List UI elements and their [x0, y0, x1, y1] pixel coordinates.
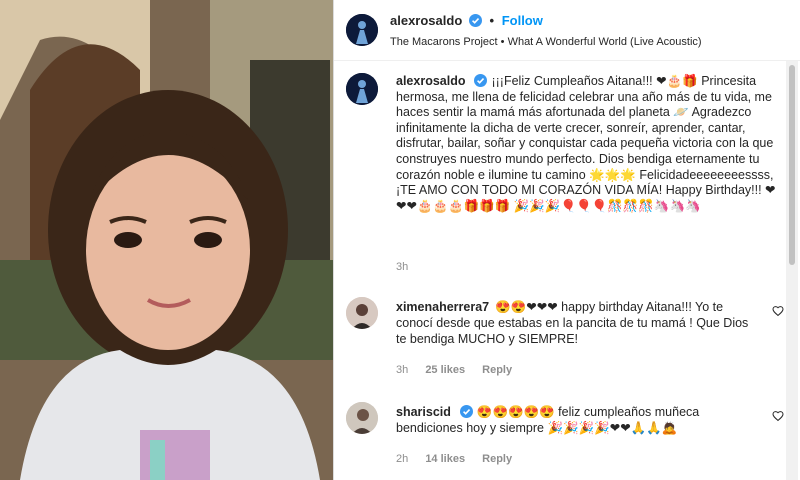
reply-button[interactable]: Reply [482, 453, 512, 465]
comment-likes[interactable]: 25 likes [425, 364, 465, 376]
reply-button[interactable]: Reply [482, 364, 512, 376]
verified-icon [474, 74, 488, 87]
caption-body: alexrosaldo ¡¡¡Feliz Cumpleaños Aitana!!!… [396, 74, 776, 214]
comment-body: shariscid 😍😍😍😍😍 feliz cumpleaños muñeca b… [396, 404, 758, 436]
comment-meta: 3h 25 likes Reply [396, 364, 526, 376]
comment-username[interactable]: shariscid [396, 405, 451, 419]
post-header: alexrosaldo • Follow The Macarons Projec… [334, 0, 800, 61]
caption-username[interactable]: alexrosaldo [396, 74, 465, 88]
comment-username[interactable]: ximenaherrera7 [396, 300, 489, 314]
verified-icon [459, 405, 473, 418]
caption-time: 3h [396, 261, 409, 273]
girl-photo [0, 0, 333, 480]
comment-time: 2h [396, 453, 409, 465]
comment-body: ximenaherrera7 😍😍❤❤❤ happy birthday Aitan… [396, 299, 758, 347]
post-video[interactable] [0, 0, 333, 480]
like-heart-icon[interactable] [772, 305, 784, 317]
audio-track[interactable]: The Macarons Project • What A Wonderful … [390, 36, 702, 48]
comment-likes[interactable]: 14 likes [425, 453, 465, 465]
separator-dot: • [489, 13, 495, 28]
comment-meta: 2h 14 likes Reply [396, 453, 526, 465]
comments-panel[interactable]: alexrosaldo ¡¡¡Feliz Cumpleaños Aitana!!!… [334, 61, 784, 480]
caption-text: ¡¡¡Feliz Cumpleaños Aitana!!! ❤🎂🎁 Prince… [396, 74, 776, 213]
avatar[interactable] [346, 402, 378, 434]
avatar[interactable] [346, 73, 378, 105]
like-heart-icon[interactable] [772, 410, 784, 422]
scrollbar-thumb[interactable] [789, 65, 795, 265]
avatar[interactable] [346, 14, 378, 46]
verified-icon [468, 14, 482, 27]
avatar[interactable] [346, 297, 378, 329]
scrollbar[interactable] [786, 61, 798, 480]
comment-time: 3h [396, 364, 409, 376]
caption-meta: 3h [396, 261, 422, 273]
follow-button[interactable]: Follow [502, 13, 543, 28]
header-username[interactable]: alexrosaldo [390, 13, 462, 28]
